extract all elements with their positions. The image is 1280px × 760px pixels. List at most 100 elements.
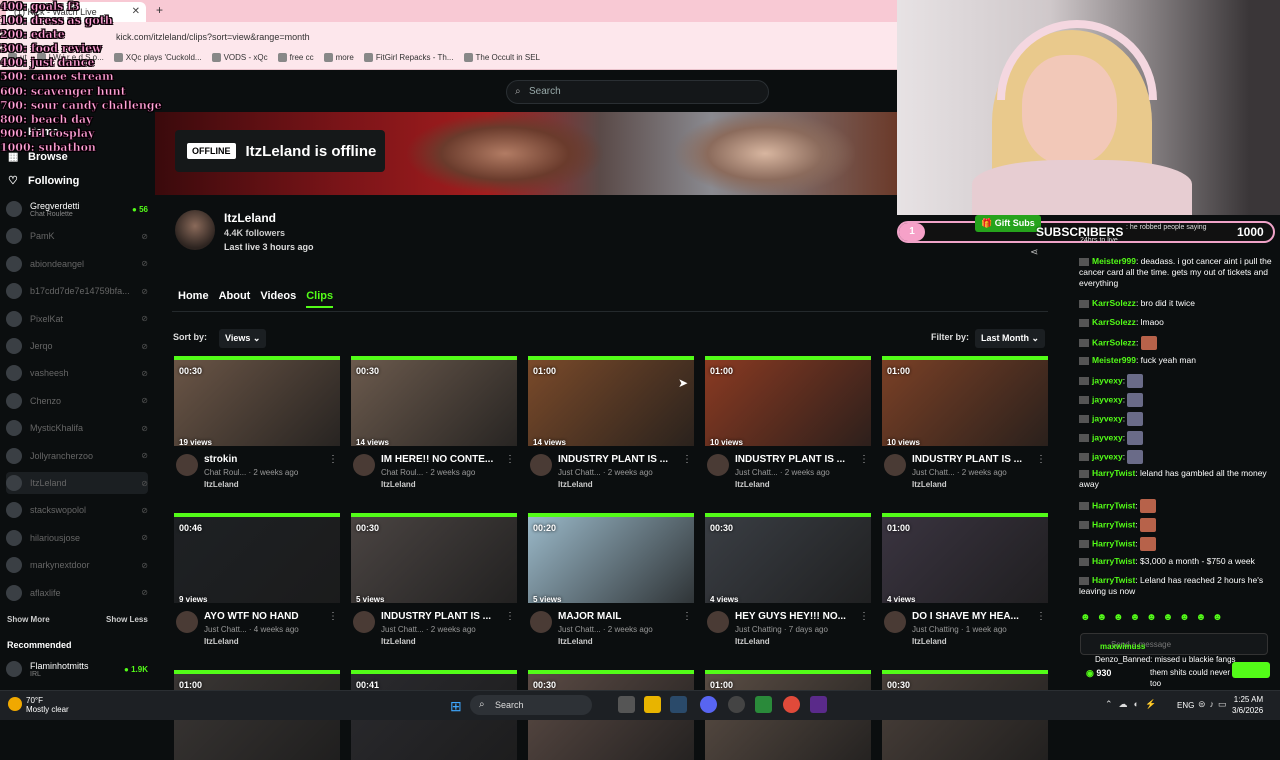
- clip-title[interactable]: INDUSTRY PLANT IS ...: [558, 454, 682, 465]
- tab-home[interactable]: Home: [178, 290, 209, 308]
- clip-author[interactable]: ItzLeland: [381, 480, 416, 489]
- chat-send-button[interactable]: [1232, 662, 1270, 678]
- chat-username[interactable]: jayvexy: [1092, 375, 1123, 385]
- sidebar-channel[interactable]: MysticKhalifa ⊘: [6, 417, 148, 439]
- bookmark-item[interactable]: more: [323, 53, 354, 66]
- clip-author[interactable]: ItzLeland: [558, 637, 593, 646]
- emote-bar[interactable]: ☻☻☻☻☻☻☻☻☻: [1080, 612, 1229, 623]
- clip-card[interactable]: 00:46 9 views AYO WTF NO HAND Just Chatt...…: [174, 513, 340, 653]
- clip-thumbnail[interactable]: 00:20 5 views: [528, 513, 694, 603]
- more-options-icon[interactable]: ⋮: [682, 611, 692, 622]
- clip-channel-avatar[interactable]: [530, 454, 552, 476]
- clip-card[interactable]: 00:20 5 views MAJOR MAIL Just Chatt... · 2 …: [528, 513, 694, 653]
- sidebar-channel[interactable]: PamK ⊘: [6, 225, 148, 247]
- clip-card[interactable]: 01:00 10 views INDUSTRY PLANT IS ... Just C…: [882, 356, 1048, 496]
- clip-channel-avatar[interactable]: [884, 454, 906, 476]
- chat-username[interactable]: Meister999: [1092, 355, 1136, 365]
- clip-channel-avatar[interactable]: [176, 611, 198, 633]
- clip-channel-avatar[interactable]: [707, 611, 729, 633]
- sidebar-channel[interactable]: stackswopolol ⊘: [6, 499, 148, 521]
- sidebar-channel[interactable]: PixelKat ⊘: [6, 308, 148, 330]
- windows-start-icon[interactable]: ⊞: [450, 698, 462, 715]
- next-app-icon[interactable]: [810, 696, 827, 713]
- more-options-icon[interactable]: ⋮: [1036, 611, 1046, 622]
- app-icon[interactable]: [755, 696, 772, 713]
- clip-channel-avatar[interactable]: [353, 454, 375, 476]
- clock[interactable]: 1:25 AM 3/6/2026: [1232, 694, 1263, 716]
- search-input[interactable]: ⌕ Search: [506, 80, 769, 104]
- chat-username[interactable]: HarryTwist: [1092, 556, 1135, 566]
- chat-username[interactable]: HarryTwist: [1092, 575, 1135, 585]
- gift-subs-button[interactable]: 🎁 Gift Subs: [975, 215, 1041, 232]
- clip-channel-avatar[interactable]: [530, 611, 552, 633]
- chat-username[interactable]: Meister999: [1092, 256, 1136, 266]
- clip-title[interactable]: INDUSTRY PLANT IS ...: [735, 454, 859, 465]
- weather-widget[interactable]: 70°F Mostly clear: [26, 696, 69, 714]
- clip-card[interactable]: 00:30 4 views HEY GUYS HEY!!! NO... Just Ch…: [705, 513, 871, 653]
- sidebar-channel[interactable]: Jollyrancherzoo ⊘: [6, 445, 148, 467]
- chat-username[interactable]: jayvexy: [1092, 451, 1123, 461]
- tab-about[interactable]: About: [219, 290, 251, 308]
- more-options-icon[interactable]: ⋮: [505, 611, 515, 622]
- more-options-icon[interactable]: ⋮: [328, 611, 338, 622]
- language-indicator[interactable]: ENG: [1177, 701, 1194, 710]
- sidebar-channel[interactable]: Chenzo ⊘: [6, 390, 148, 412]
- more-options-icon[interactable]: ⋮: [328, 454, 338, 465]
- chat-username[interactable]: KarrSolezz: [1092, 298, 1136, 308]
- clip-thumbnail[interactable]: 00:30 4 views: [705, 513, 871, 603]
- clip-card[interactable]: 01:00 4 views DO I SHAVE MY HEA... Just Cha…: [882, 513, 1048, 653]
- chat-username[interactable]: HarryTwist: [1092, 468, 1135, 478]
- sort-dropdown[interactable]: Views ⌄: [219, 329, 267, 348]
- clip-author[interactable]: ItzLeland: [912, 480, 947, 489]
- bookmark-item[interactable]: The Occult in SEL: [463, 53, 540, 66]
- clip-card[interactable]: 00:30: [528, 670, 694, 760]
- sidebar-channel[interactable]: markynextdoor ⊘: [6, 554, 148, 576]
- clip-channel-avatar[interactable]: [884, 611, 906, 633]
- steam-icon[interactable]: [670, 696, 687, 713]
- clip-author[interactable]: ItzLeland: [204, 480, 239, 489]
- clip-card[interactable]: 00:30: [882, 670, 1048, 760]
- clip-title[interactable]: strokin: [204, 454, 328, 465]
- sidebar-channel[interactable]: vasheesh ⊘: [6, 362, 148, 384]
- clip-card[interactable]: 01:00 14 views INDUSTRY PLANT IS ... Just C…: [528, 356, 694, 496]
- tab-clips[interactable]: Clips: [306, 290, 334, 308]
- clip-title[interactable]: AYO WTF NO HAND: [204, 611, 328, 622]
- sidebar-channel[interactable]: abiondeangel ⊘: [6, 253, 148, 275]
- recommended-channel[interactable]: Flaminhotmitts IRL ● 1.9K: [6, 658, 148, 680]
- chat-username[interactable]: HarryTwist: [1092, 538, 1135, 548]
- clip-channel-avatar[interactable]: [176, 454, 198, 476]
- tray-status-icons[interactable]: ⊜♪▭: [1198, 699, 1231, 710]
- clip-card[interactable]: 00:30 14 views IM HERE!! NO CONTE... Chat R…: [351, 356, 517, 496]
- file-explorer-icon[interactable]: [644, 696, 661, 713]
- clip-title[interactable]: HEY GUYS HEY!!! NO...: [735, 611, 859, 622]
- sidebar-following[interactable]: ♡ Following: [8, 174, 79, 187]
- clip-title[interactable]: MAJOR MAIL: [558, 611, 682, 622]
- tab-videos[interactable]: Videos: [260, 290, 296, 308]
- clip-card[interactable]: 00:30 5 views INDUSTRY PLANT IS ... Just Ch…: [351, 513, 517, 653]
- discord-icon[interactable]: [700, 696, 717, 713]
- share-icon[interactable]: ⋖: [1030, 247, 1038, 258]
- more-options-icon[interactable]: ⋮: [859, 611, 869, 622]
- clip-title[interactable]: INDUSTRY PLANT IS ...: [912, 454, 1036, 465]
- clip-title[interactable]: IM HERE!! NO CONTE...: [381, 454, 505, 465]
- clip-author[interactable]: ItzLeland: [381, 637, 416, 646]
- filter-dropdown[interactable]: Last Month ⌄: [975, 329, 1046, 348]
- bookmark-item[interactable]: free cc: [277, 53, 314, 66]
- system-tray[interactable]: ⌃☁◐⚡: [1105, 699, 1162, 710]
- clip-thumbnail[interactable]: 01:00 10 views: [705, 356, 871, 446]
- more-options-icon[interactable]: ⋮: [682, 454, 692, 465]
- chat-username[interactable]: KarrSolezz: [1092, 317, 1136, 327]
- clip-author[interactable]: ItzLeland: [735, 637, 770, 646]
- chat-username[interactable]: jayvexy: [1092, 394, 1123, 404]
- channel-points[interactable]: ◉ 930: [1086, 668, 1111, 679]
- settings-icon[interactable]: [728, 696, 745, 713]
- chat-username[interactable]: KarrSolezz: [1092, 337, 1136, 347]
- clip-thumbnail[interactable]: 00:30 19 views: [174, 356, 340, 446]
- clip-card[interactable]: 00:30 19 views strokin Chat Roul... · 2 wee…: [174, 356, 340, 496]
- sidebar-channel[interactable]: Jerqo ⊘: [6, 335, 148, 357]
- chat-username[interactable]: HarryTwist: [1092, 500, 1135, 510]
- more-options-icon[interactable]: ⋮: [859, 454, 869, 465]
- url-field[interactable]: kick.com/itzleland/clips?sort=view&range…: [100, 28, 700, 46]
- clip-thumbnail[interactable]: 00:46 9 views: [174, 513, 340, 603]
- sidebar-channel[interactable]: aflaxlife ⊘: [6, 582, 148, 604]
